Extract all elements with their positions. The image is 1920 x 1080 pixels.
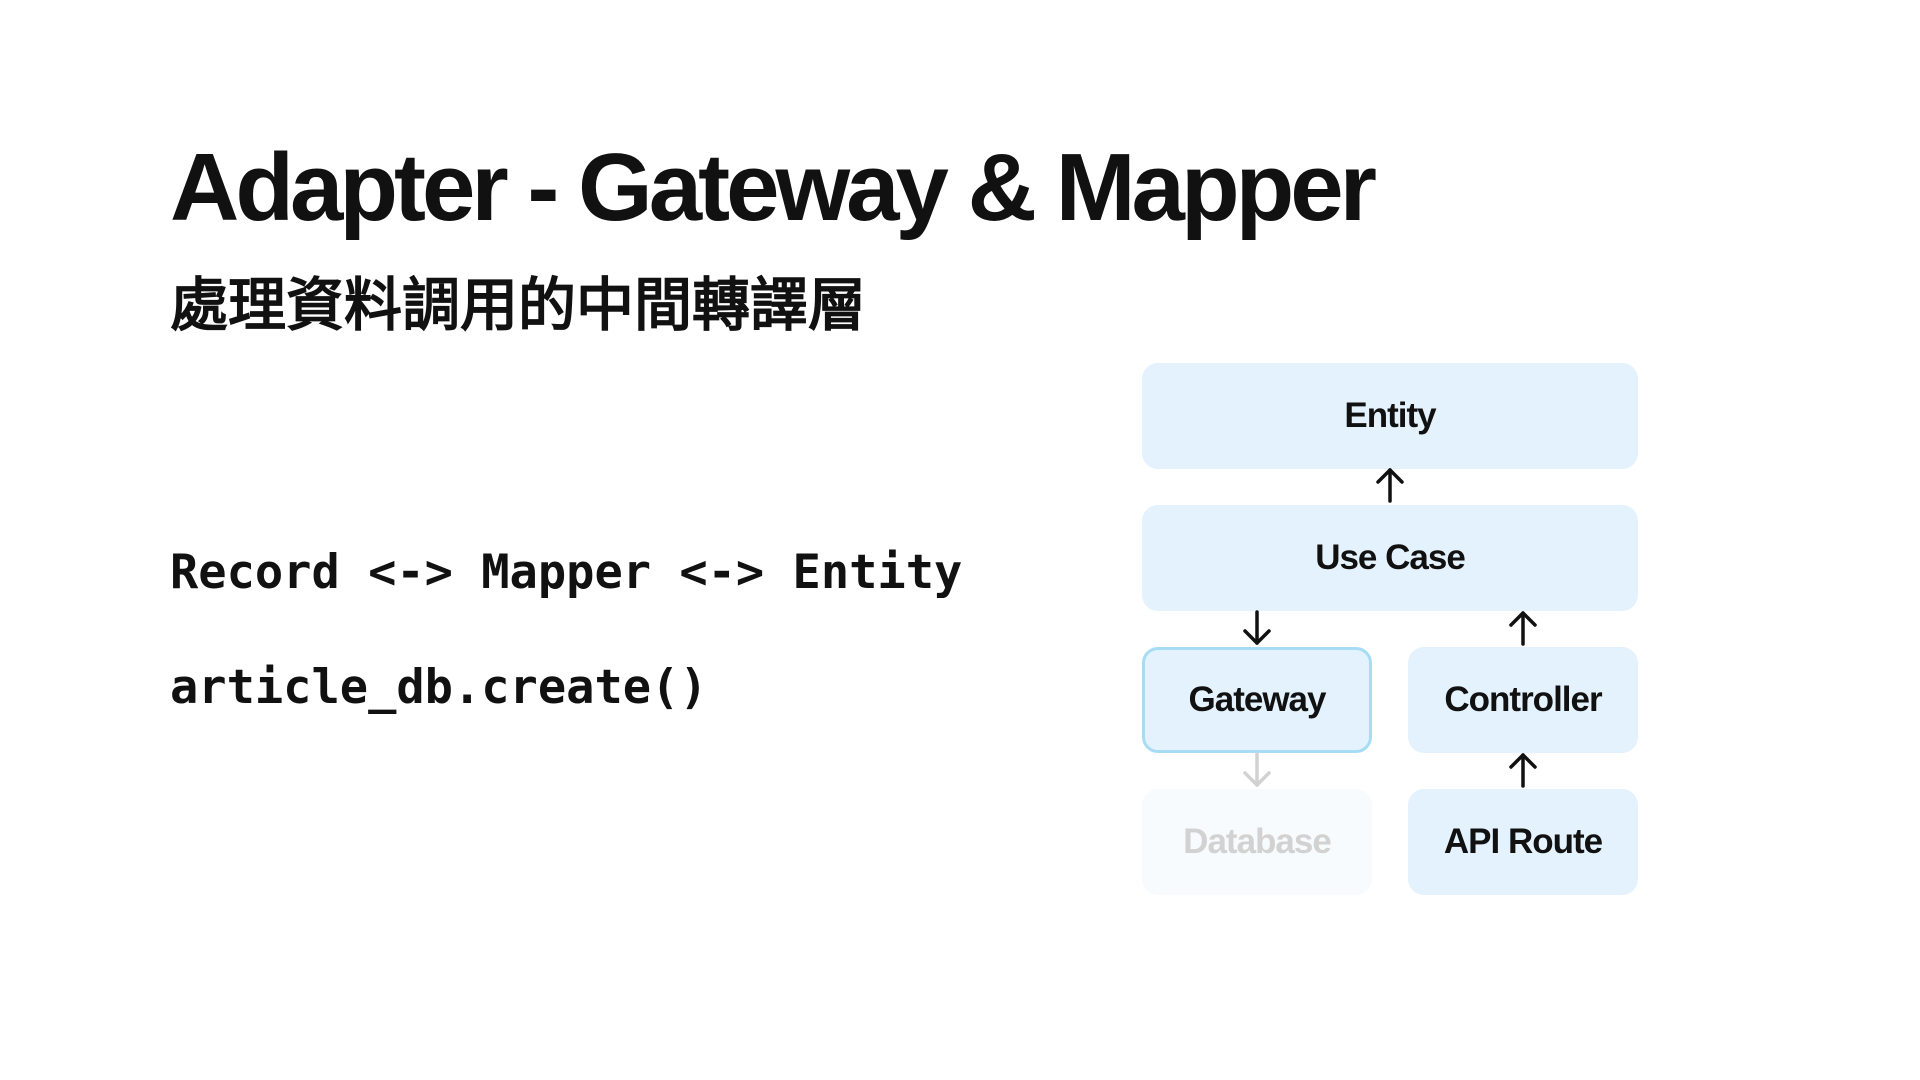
code-line-create: article_db.create()	[170, 660, 708, 715]
arrow-up-icon	[1503, 750, 1543, 790]
arrow-up-icon	[1370, 465, 1410, 505]
code-line-mapping: Record <-> Mapper <-> Entity	[170, 545, 963, 600]
arrow-down-icon	[1237, 750, 1277, 790]
slide-subtitle: 處理資料調用的中間轉譯層	[170, 271, 867, 339]
arrow-down-icon	[1237, 608, 1277, 648]
database-node: Database	[1142, 789, 1372, 895]
slide-title: Adapter - Gateway & Mapper	[170, 134, 1377, 241]
gateway-node: Gateway	[1142, 647, 1372, 753]
controller-node: Controller	[1408, 647, 1638, 753]
use-case-node: Use Case	[1142, 505, 1638, 611]
arrow-up-icon	[1503, 608, 1543, 648]
api-route-node: API Route	[1408, 789, 1638, 895]
entity-node: Entity	[1142, 363, 1638, 469]
slide: Adapter - Gateway & Mapper 處理資料調用的中間轉譯層 …	[0, 0, 1920, 1080]
